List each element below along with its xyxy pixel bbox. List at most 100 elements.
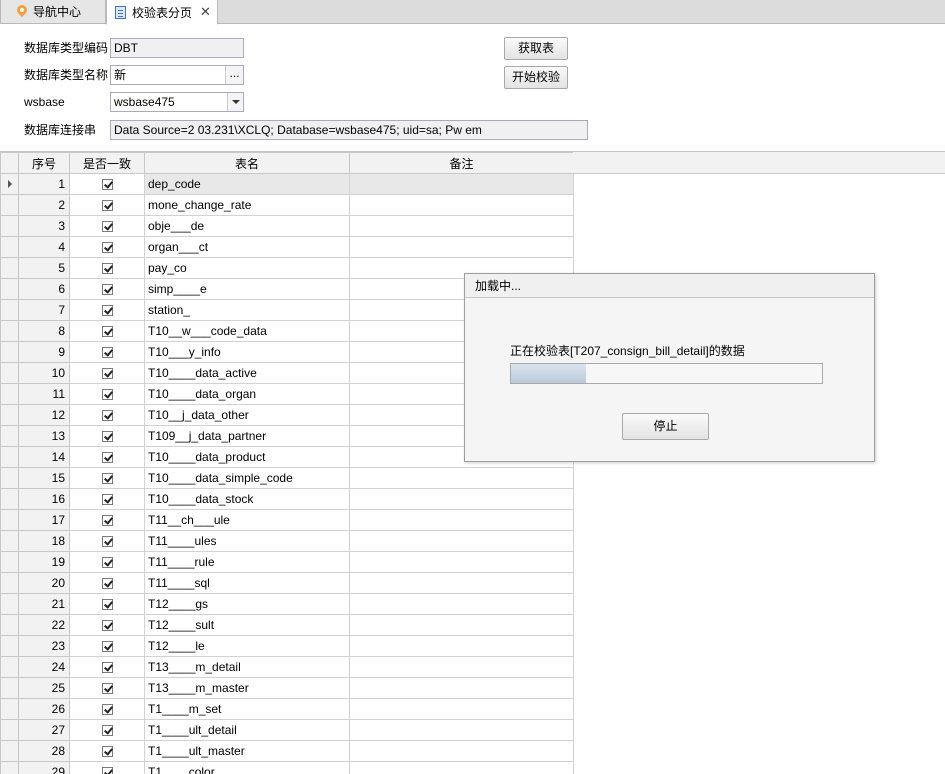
checkbox-checked-icon[interactable] xyxy=(101,620,113,632)
checkbox-checked-icon[interactable] xyxy=(101,368,113,380)
table-row[interactable]: 25 T13____m_master xyxy=(0,677,574,699)
checkbox-checked-icon[interactable] xyxy=(101,557,113,569)
table-row[interactable]: 27 T1____ult_detail xyxy=(0,719,574,741)
checkbox-checked-icon[interactable] xyxy=(101,200,113,212)
row-indicator[interactable] xyxy=(0,698,19,720)
column-header-table-name[interactable]: 表名 xyxy=(144,152,350,174)
checkbox-checked-icon[interactable] xyxy=(101,746,113,758)
cell-consistent[interactable] xyxy=(69,488,145,510)
cell-consistent[interactable] xyxy=(69,614,145,636)
row-indicator[interactable] xyxy=(0,719,19,741)
checkbox-checked-icon[interactable] xyxy=(101,284,113,296)
cell-consistent[interactable] xyxy=(69,551,145,573)
checkbox-checked-icon[interactable] xyxy=(101,641,113,653)
table-row[interactable]: 21 T12____gs xyxy=(0,593,574,615)
cell-consistent[interactable] xyxy=(69,215,145,237)
row-indicator[interactable] xyxy=(0,740,19,762)
checkbox-checked-icon[interactable] xyxy=(101,473,113,485)
cell-consistent[interactable] xyxy=(69,383,145,405)
row-indicator[interactable] xyxy=(0,320,19,342)
db-type-name-field[interactable]: 新 ... xyxy=(110,65,244,85)
cell-consistent[interactable] xyxy=(69,299,145,321)
cell-consistent[interactable] xyxy=(69,761,145,774)
tab-navigation-center[interactable]: 导航中心 xyxy=(0,0,106,24)
checkbox-checked-icon[interactable] xyxy=(101,389,113,401)
table-row[interactable]: 18 T11____ules xyxy=(0,530,574,552)
cell-consistent[interactable] xyxy=(69,635,145,657)
checkbox-checked-icon[interactable] xyxy=(101,179,113,191)
table-row[interactable]: 2 mone_change_rate xyxy=(0,194,574,216)
cell-consistent[interactable] xyxy=(69,740,145,762)
table-row[interactable]: 28 T1____ult_master xyxy=(0,740,574,762)
row-indicator[interactable] xyxy=(0,635,19,657)
cell-consistent[interactable] xyxy=(69,341,145,363)
checkbox-checked-icon[interactable] xyxy=(101,767,113,774)
row-indicator[interactable] xyxy=(0,467,19,489)
table-row[interactable]: 17 T11__ch___ule xyxy=(0,509,574,531)
cell-consistent[interactable] xyxy=(69,194,145,216)
checkbox-checked-icon[interactable] xyxy=(101,683,113,695)
cell-consistent[interactable] xyxy=(69,173,145,195)
tables-grid[interactable]: 序号 是否一致 表名 备注 1 dep_code 2 mone_change_rate… xyxy=(0,151,945,774)
checkbox-checked-icon[interactable] xyxy=(101,725,113,737)
column-header-consistent[interactable]: 是否一致 xyxy=(69,152,145,174)
row-indicator[interactable] xyxy=(0,383,19,405)
row-indicator[interactable] xyxy=(0,761,19,774)
row-indicator[interactable] xyxy=(0,425,19,447)
checkbox-checked-icon[interactable] xyxy=(101,410,113,422)
table-row[interactable]: 24 T13____m_detail xyxy=(0,656,574,678)
checkbox-checked-icon[interactable] xyxy=(101,599,113,611)
table-row[interactable]: 1 dep_code xyxy=(0,173,574,195)
checkbox-checked-icon[interactable] xyxy=(101,536,113,548)
row-indicator[interactable] xyxy=(0,446,19,468)
cell-consistent[interactable] xyxy=(69,425,145,447)
table-row[interactable]: 15 T10____data_simple_code xyxy=(0,467,574,489)
table-row[interactable]: 23 T12____le xyxy=(0,635,574,657)
checkbox-checked-icon[interactable] xyxy=(101,578,113,590)
cell-consistent[interactable] xyxy=(69,404,145,426)
row-indicator[interactable] xyxy=(0,362,19,384)
get-tables-button[interactable]: 获取表 xyxy=(504,37,568,60)
row-indicator[interactable] xyxy=(0,677,19,699)
checkbox-checked-icon[interactable] xyxy=(101,452,113,464)
checkbox-checked-icon[interactable] xyxy=(101,515,113,527)
table-row[interactable]: 19 T11____rule xyxy=(0,551,574,573)
checkbox-checked-icon[interactable] xyxy=(101,662,113,674)
checkbox-checked-icon[interactable] xyxy=(101,431,113,443)
wsbase-select[interactable]: wsbase475 xyxy=(110,92,244,112)
table-row[interactable]: 16 T10____data_stock xyxy=(0,488,574,510)
table-row[interactable]: 4 organ___ct xyxy=(0,236,574,258)
cell-consistent[interactable] xyxy=(69,698,145,720)
row-indicator[interactable] xyxy=(0,404,19,426)
row-indicator[interactable] xyxy=(0,299,19,321)
cell-consistent[interactable] xyxy=(69,446,145,468)
cell-consistent[interactable] xyxy=(69,719,145,741)
table-row[interactable]: 3 obje___de xyxy=(0,215,574,237)
checkbox-checked-icon[interactable] xyxy=(101,263,113,275)
cell-consistent[interactable] xyxy=(69,593,145,615)
row-indicator[interactable] xyxy=(0,656,19,678)
cell-consistent[interactable] xyxy=(69,278,145,300)
row-indicator[interactable] xyxy=(0,572,19,594)
cell-consistent[interactable] xyxy=(69,362,145,384)
row-indicator[interactable] xyxy=(0,341,19,363)
row-indicator[interactable] xyxy=(0,593,19,615)
row-indicator[interactable] xyxy=(0,173,19,195)
row-indicator[interactable] xyxy=(0,236,19,258)
cell-consistent[interactable] xyxy=(69,530,145,552)
cell-consistent[interactable] xyxy=(69,572,145,594)
row-indicator[interactable] xyxy=(0,278,19,300)
row-indicator[interactable] xyxy=(0,257,19,279)
db-type-code-field[interactable]: DBT xyxy=(110,38,244,58)
cell-consistent[interactable] xyxy=(69,320,145,342)
ellipsis-button[interactable]: ... xyxy=(225,66,243,84)
checkbox-checked-icon[interactable] xyxy=(101,326,113,338)
column-header-seq[interactable]: 序号 xyxy=(18,152,70,174)
chevron-down-icon[interactable] xyxy=(227,93,243,111)
row-indicator[interactable] xyxy=(0,215,19,237)
cell-consistent[interactable] xyxy=(69,656,145,678)
close-icon[interactable]: ✕ xyxy=(200,4,211,20)
cell-consistent[interactable] xyxy=(69,257,145,279)
column-header-remark[interactable]: 备注 xyxy=(349,152,574,174)
row-indicator[interactable] xyxy=(0,530,19,552)
